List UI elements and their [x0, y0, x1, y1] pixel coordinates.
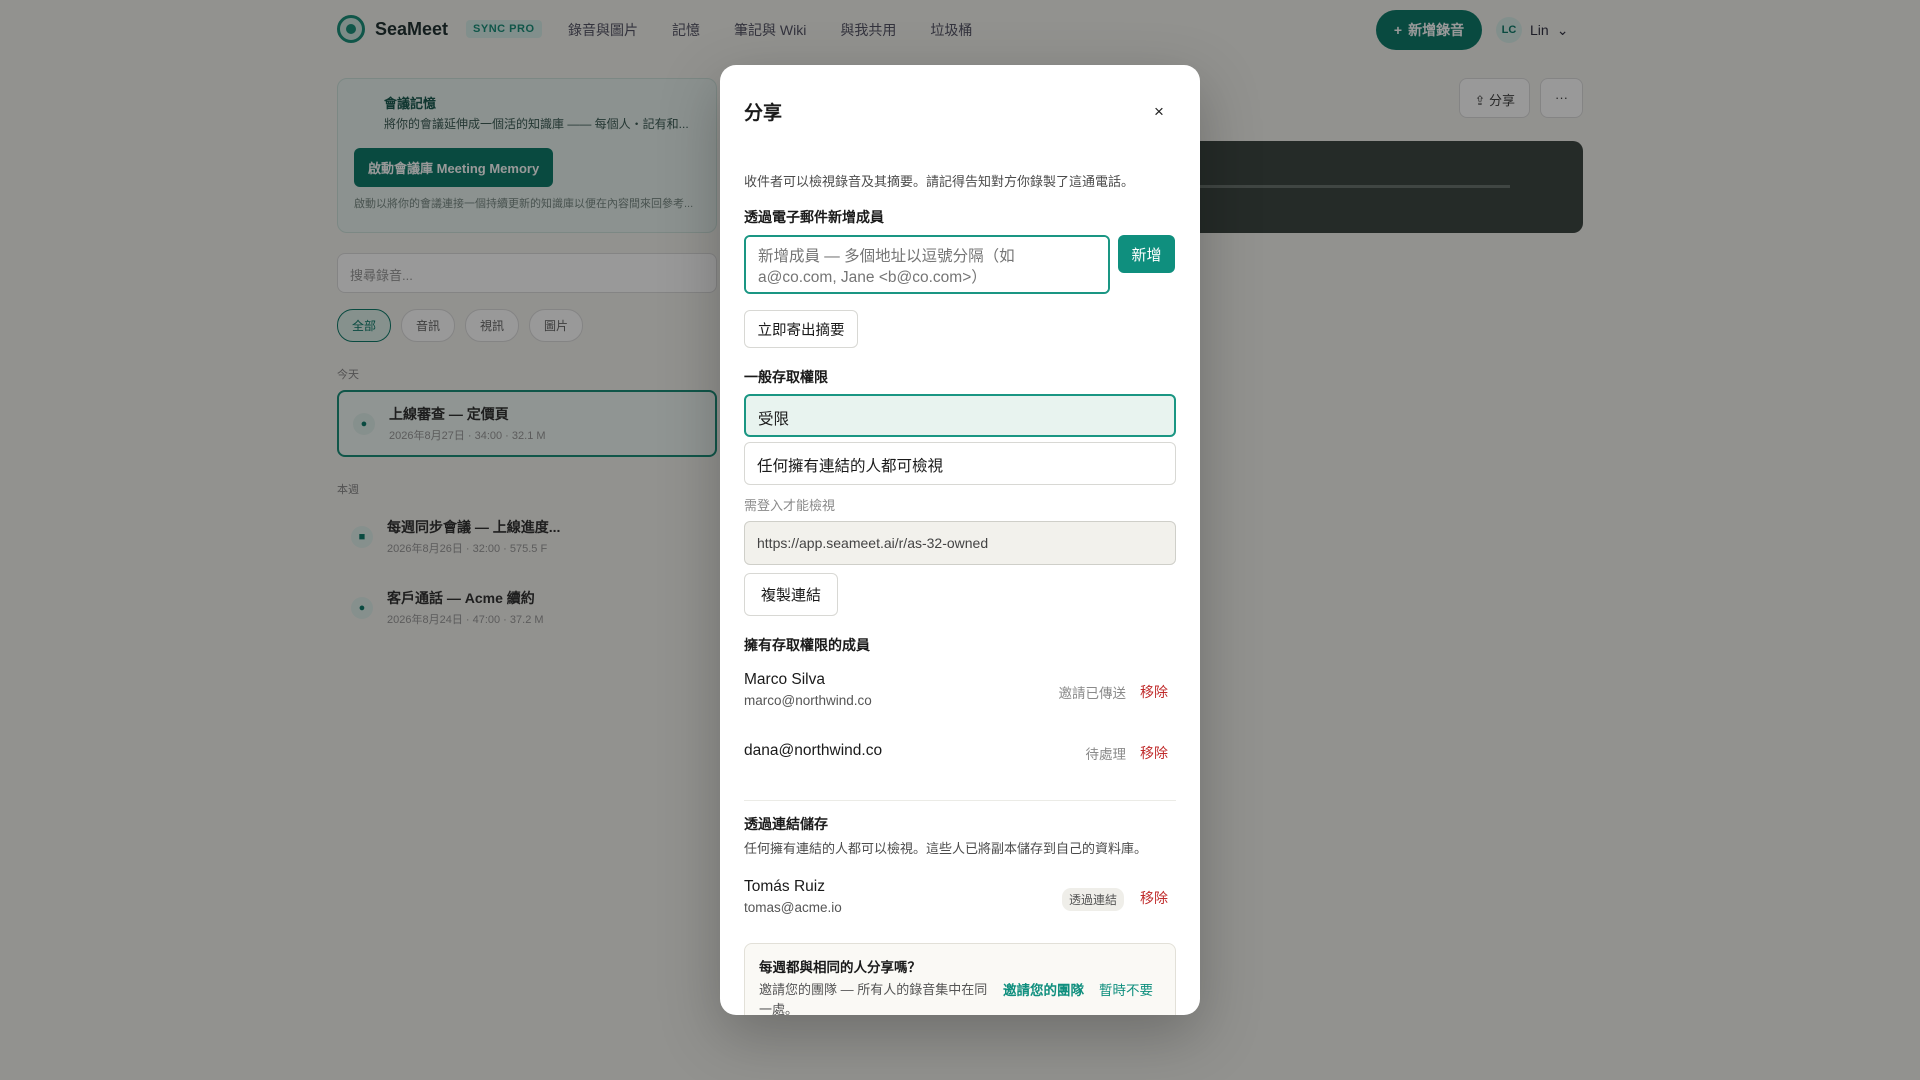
member-row: Marco Silva marco@northwind.co 邀請已傳送 移除 [744, 671, 1176, 715]
email-input[interactable] [744, 235, 1110, 294]
copy-link-button[interactable]: 複製連結 [744, 573, 838, 616]
promo-title: 每週都與相同的人分享嗎？ [759, 960, 921, 975]
member-row: Tomás Ruiz tomas@acme.io 透過連結 移除 [744, 878, 1176, 922]
dialog-title: 分享 [744, 103, 783, 124]
via-link-badge: 透過連結 [1061, 888, 1124, 911]
member-status: 邀請已傳送 [1058, 686, 1127, 701]
general-access-label: 一般存取權限 [744, 369, 828, 385]
remove-member-button[interactable]: 移除 [1140, 743, 1168, 763]
dialog-intro: 收件者可以檢視錄音及其摘要。請記得告知對方你錄製了這通電話。 [744, 174, 1135, 189]
invite-team-banner: 每週都與相同的人分享嗎？ 邀請您的團隊 — 所有人的錄音集中在同一處。 邀請您的… [744, 943, 1176, 1015]
via-link-description: 任何擁有連結的人都可以檢視。這些人已將副本儲存到自己的資料庫。 [744, 841, 1148, 856]
remove-member-button[interactable]: 移除 [1140, 888, 1168, 908]
share-dialog: 分享 × 收件者可以檢視錄音及其摘要。請記得告知對方你錄製了這通電話。 透過電子… [720, 65, 1200, 1015]
add-member-button[interactable]: 新增 [1118, 235, 1175, 273]
send-summary-button[interactable]: 立即寄出摘要 [744, 310, 858, 348]
close-icon[interactable]: × [1144, 97, 1174, 127]
remove-member-button[interactable]: 移除 [1140, 682, 1168, 702]
members-label: 擁有存取權限的成員 [744, 637, 870, 653]
section-divider [744, 800, 1176, 801]
access-hint: 需登入才能檢視 [744, 498, 836, 513]
access-option-restricted[interactable]: 受限 [744, 394, 1176, 437]
member-row: dana@northwind.co 待處理 移除 [744, 742, 1176, 786]
share-link-field[interactable]: https://app.seameet.ai/r/as-32-owned [744, 521, 1176, 565]
add-by-email-label: 透過電子郵件新增成員 [744, 209, 884, 225]
invite-team-button[interactable]: 邀請您的團隊 [1003, 979, 1084, 999]
via-link-label: 透過連結儲存 [744, 816, 828, 832]
access-option-anyone-with-link[interactable]: 任何擁有連結的人都可檢視 [744, 442, 1176, 485]
member-status: 待處理 [1085, 747, 1127, 762]
promo-body: 邀請您的團隊 — 所有人的錄音集中在同一處。 [759, 982, 988, 1015]
not-now-button[interactable]: 暫時不要 [1099, 979, 1153, 999]
